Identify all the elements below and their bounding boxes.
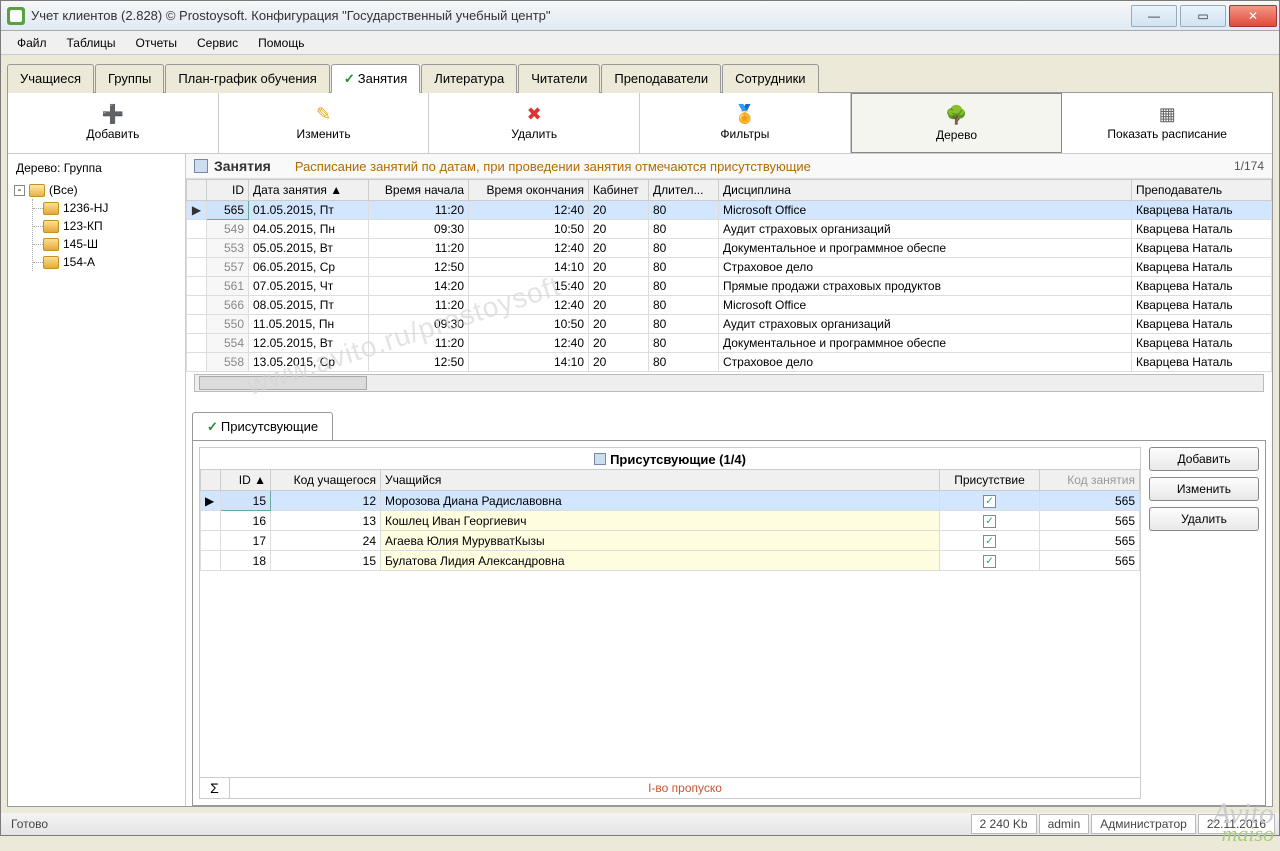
sigma-icon: Σ [200, 778, 230, 798]
col-8[interactable]: Преподаватель [1132, 180, 1272, 201]
status-user: admin [1039, 814, 1090, 834]
tree-title: Дерево: Группа [14, 158, 185, 181]
status-role: Администратор [1091, 814, 1196, 834]
table-row[interactable]: 56608.05.2015, Пт11:2012:402080Microsoft… [187, 296, 1272, 315]
status-memory: 2 240 Kb [971, 814, 1037, 834]
tab-6[interactable]: Преподаватели [601, 64, 721, 93]
grid-header: Занятия Расписание занятий по датам, при… [186, 154, 1272, 179]
folder-icon [43, 202, 59, 215]
toolbar-Фильтры[interactable]: 🏅Фильтры [640, 93, 851, 153]
col-1[interactable]: ID [207, 180, 249, 201]
att-btn-Добавить[interactable]: Добавить [1149, 447, 1259, 471]
tree-node-1236-HJ[interactable]: 1236-HJ [33, 199, 185, 217]
table-row[interactable]: 56107.05.2015, Чт14:2015:402080Прямые пр… [187, 277, 1272, 296]
menu-file[interactable]: Файл [7, 33, 57, 53]
tree-pane: Дерево: Группа - (Все) 1236-HJ123-КП145-… [8, 154, 186, 806]
toolbar: ➕Добавить✎Изменить✖Удалить🏅Фильтры🌳Дерев… [8, 93, 1272, 154]
attendee-row[interactable]: 1613Кошлец Иван Георгиевич✓565 [201, 511, 1140, 531]
col-6[interactable]: Длител... [649, 180, 719, 201]
titlebar[interactable]: Учет клиентов (2.828) © Prostoysoft. Кон… [1, 1, 1279, 31]
checkbox-icon[interactable]: ✓ [983, 555, 996, 568]
col-2[interactable]: Дата занятия ▲ [249, 180, 369, 201]
close-button[interactable]: ✕ [1229, 5, 1277, 27]
tab-5[interactable]: Читатели [518, 64, 600, 93]
tree-node-145-Ш[interactable]: 145-Ш [33, 235, 185, 253]
col-5[interactable]: Кабинет [589, 180, 649, 201]
att-btn-Удалить[interactable]: Удалить [1149, 507, 1259, 531]
att-col-4[interactable]: Присутствие [940, 470, 1040, 491]
minimize-button[interactable]: — [1131, 5, 1177, 27]
grid-title: Занятия [214, 158, 271, 174]
menu-service[interactable]: Сервис [187, 33, 248, 53]
col-0[interactable] [187, 180, 207, 201]
horizontal-scrollbar[interactable] [194, 374, 1264, 392]
tab-3[interactable]: ✓Занятия [331, 64, 420, 93]
table-row[interactable]: 55813.05.2015, Ср12:5014:102080Страховое… [187, 353, 1272, 372]
expand-icon[interactable]: - [14, 185, 25, 196]
app-icon [7, 7, 25, 25]
tab-4[interactable]: Литература [421, 64, 517, 93]
col-7[interactable]: Дисциплина [719, 180, 1132, 201]
grid-subtitle: Расписание занятий по датам, при проведе… [295, 159, 811, 174]
tree-root[interactable]: - (Все) [14, 181, 185, 199]
tabs-row: УчащиесяГруппыПлан-график обучения✓Занят… [1, 55, 1279, 92]
table-row[interactable]: 55706.05.2015, Ср12:5014:102080Страховое… [187, 258, 1272, 277]
checkbox-icon[interactable]: ✓ [983, 535, 996, 548]
folder-icon [43, 256, 59, 269]
tab-7[interactable]: Сотрудники [722, 64, 818, 93]
toolbar-Дерево[interactable]: 🌳Дерево [851, 93, 1063, 153]
att-col-0[interactable] [201, 470, 221, 491]
att-col-2[interactable]: Код учащегося [271, 470, 381, 491]
attendee-row[interactable]: 1724Агаева Юлия МурувватКызы✓565 [201, 531, 1140, 551]
menu-tables[interactable]: Таблицы [57, 33, 126, 53]
attendees-footer-label: I-во пропуско [230, 778, 1140, 798]
att-btn-Изменить[interactable]: Изменить [1149, 477, 1259, 501]
maximize-button[interactable]: ▭ [1180, 5, 1226, 27]
table-row[interactable]: ▶56501.05.2015, Пт11:2012:402080Microsof… [187, 201, 1272, 220]
menubar: Файл Таблицы Отчеты Сервис Помощь [1, 31, 1279, 55]
toolbar-Добавить[interactable]: ➕Добавить [8, 93, 219, 153]
checkbox-icon[interactable]: ✓ [983, 515, 996, 528]
grid-icon [194, 159, 208, 173]
attendee-row[interactable]: ▶1512Морозова Диана Радиславовна✓565 [201, 491, 1140, 511]
toolbar-Изменить[interactable]: ✎Изменить [219, 93, 430, 153]
col-3[interactable]: Время начала [369, 180, 469, 201]
toolbar-Удалить[interactable]: ✖Удалить [429, 93, 640, 153]
status-ready: Готово [5, 817, 969, 831]
lessons-grid[interactable]: IDДата занятия ▲Время началаВремя оконча… [186, 179, 1272, 372]
folder-icon [43, 220, 59, 233]
att-col-5[interactable]: Код занятия [1040, 470, 1140, 491]
checkbox-icon[interactable]: ✓ [983, 495, 996, 508]
table-row[interactable]: 55305.05.2015, Вт11:2012:402080Документа… [187, 239, 1272, 258]
attendees-grid[interactable]: ID ▲Код учащегосяУчащийсяПрисутствиеКод … [200, 469, 1140, 571]
statusbar: Готово 2 240 Kb admin Администратор 22.1… [1, 813, 1279, 835]
tab-1[interactable]: Группы [95, 64, 164, 93]
toolbar-Показать расписание[interactable]: ▦Показать расписание [1062, 93, 1272, 153]
tree-node-123-КП[interactable]: 123-КП [33, 217, 185, 235]
col-4[interactable]: Время окончания [469, 180, 589, 201]
tab-attendees[interactable]: ✓Присутсвующие [192, 412, 333, 440]
menu-reports[interactable]: Отчеты [126, 33, 187, 53]
attendees-title: Присутсвующие (1/4) [200, 448, 1140, 469]
window-title: Учет клиентов (2.828) © Prostoysoft. Кон… [31, 8, 1131, 23]
att-col-3[interactable]: Учащийся [381, 470, 940, 491]
tree-node-154-А[interactable]: 154-А [33, 253, 185, 271]
table-row[interactable]: 55412.05.2015, Вт11:2012:402080Документа… [187, 334, 1272, 353]
attendee-row[interactable]: 1815Булатова Лидия Александровна✓565 [201, 551, 1140, 571]
table-row[interactable]: 54904.05.2015, Пн09:3010:502080Аудит стр… [187, 220, 1272, 239]
tab-0[interactable]: Учащиеся [7, 64, 94, 93]
watermark: Avito maiso [1212, 799, 1274, 845]
folder-icon [43, 238, 59, 251]
grid-counter: 1/174 [1234, 159, 1264, 173]
tab-2[interactable]: План-график обучения [165, 64, 330, 93]
tree-root-label: (Все) [49, 183, 78, 197]
folder-icon [29, 184, 45, 197]
att-col-1[interactable]: ID ▲ [221, 470, 271, 491]
menu-help[interactable]: Помощь [248, 33, 314, 53]
table-row[interactable]: 55011.05.2015, Пн09:3010:502080Аудит стр… [187, 315, 1272, 334]
